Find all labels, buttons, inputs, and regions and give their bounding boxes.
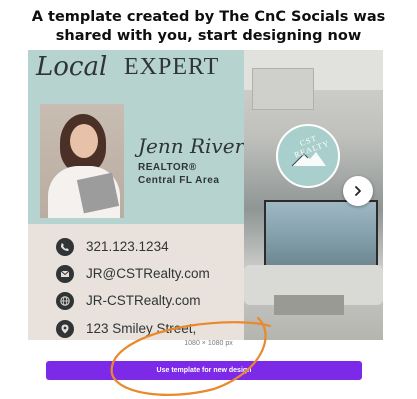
brand-expert: EXPERT xyxy=(124,54,220,80)
template-preview[interactable]: Local EXPERT Jenn Rivera REALTOR® Centra… xyxy=(28,50,383,340)
contact-website-text: JR-CSTRealty.com xyxy=(86,293,201,308)
dimensions-label: 1080 × 1080 px xyxy=(184,340,233,347)
use-template-button[interactable]: Use template for new design xyxy=(46,361,362,380)
chevron-right-icon xyxy=(355,186,361,196)
headline-line-2: shared with you, start designing now xyxy=(55,28,362,44)
contact-phone-text: 321.123.1234 xyxy=(86,239,169,254)
agent-name: Jenn Rivera xyxy=(138,134,257,158)
agent-title: REALTOR® xyxy=(138,162,197,173)
contact-email-text: JR@CSTRealty.com xyxy=(86,266,210,281)
agent-headshot xyxy=(40,104,124,218)
contact-address-text: 123 Smiley Street, xyxy=(86,321,197,336)
location-icon xyxy=(56,320,74,338)
share-headline: A template created by The CnC Socials wa… xyxy=(0,8,417,46)
agent-area: Central FL Area xyxy=(138,175,220,186)
realty-logo: CST REALTY xyxy=(276,124,340,188)
phone-icon xyxy=(56,238,74,256)
next-page-button[interactable] xyxy=(343,176,373,206)
headline-line-1: A template created by The CnC Socials wa… xyxy=(31,9,386,25)
email-icon xyxy=(56,265,74,283)
globe-icon xyxy=(56,292,74,310)
brand-local: Local xyxy=(36,52,108,82)
